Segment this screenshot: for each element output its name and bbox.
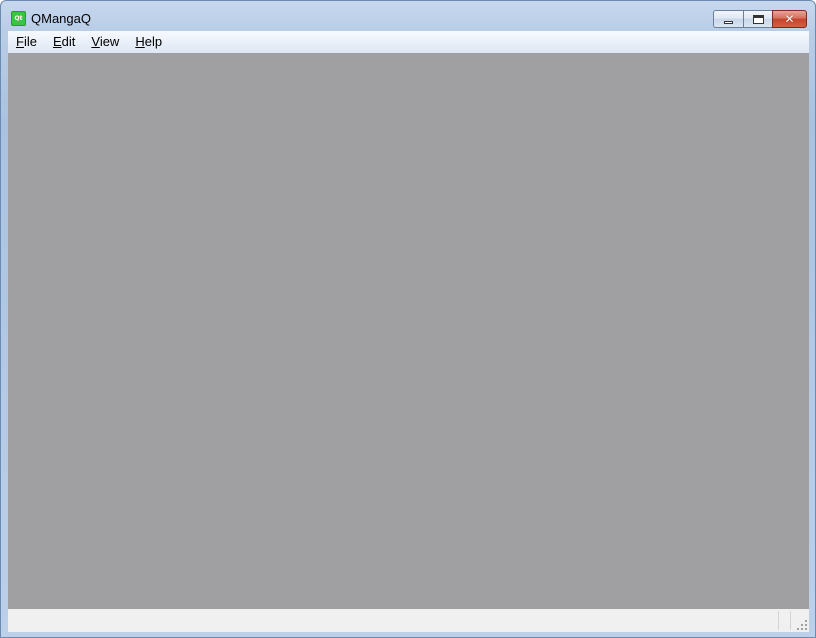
close-icon: ✕ [784, 12, 795, 26]
menu-edit-mnemonic: E [52, 34, 62, 49]
minimize-button[interactable] [713, 10, 743, 28]
maximize-button[interactable] [743, 10, 772, 28]
menu-file[interactable]: File [8, 31, 45, 53]
menu-file-label: ile [23, 34, 37, 49]
close-button[interactable]: ✕ [772, 10, 807, 28]
status-separator [790, 611, 791, 630]
menu-help-label: elp [144, 34, 163, 49]
menu-view[interactable]: View [83, 31, 127, 53]
status-separator [778, 611, 779, 630]
resize-grip-icon[interactable] [797, 620, 807, 630]
title-bar[interactable]: Qt QMangaQ ✕ [1, 1, 815, 31]
window-title: QMangaQ [31, 11, 91, 26]
maximize-icon [752, 14, 764, 24]
status-bar [8, 609, 809, 632]
central-area[interactable] [8, 53, 809, 609]
app-icon[interactable]: Qt [11, 11, 26, 26]
menu-help[interactable]: Help [127, 31, 170, 53]
menu-bar: File Edit View Help [8, 31, 809, 53]
menu-help-mnemonic: H [135, 34, 145, 49]
minimize-icon [724, 20, 733, 24]
menu-file-mnemonic: F [16, 34, 24, 49]
menu-view-mnemonic: V [91, 34, 100, 49]
menu-edit-label: dit [61, 34, 76, 49]
menu-edit[interactable]: Edit [45, 31, 83, 53]
menu-view-label: iew [99, 34, 120, 49]
app-window: Qt QMangaQ ✕ File Edit View Help [0, 0, 816, 638]
caption-buttons: ✕ [713, 10, 807, 29]
